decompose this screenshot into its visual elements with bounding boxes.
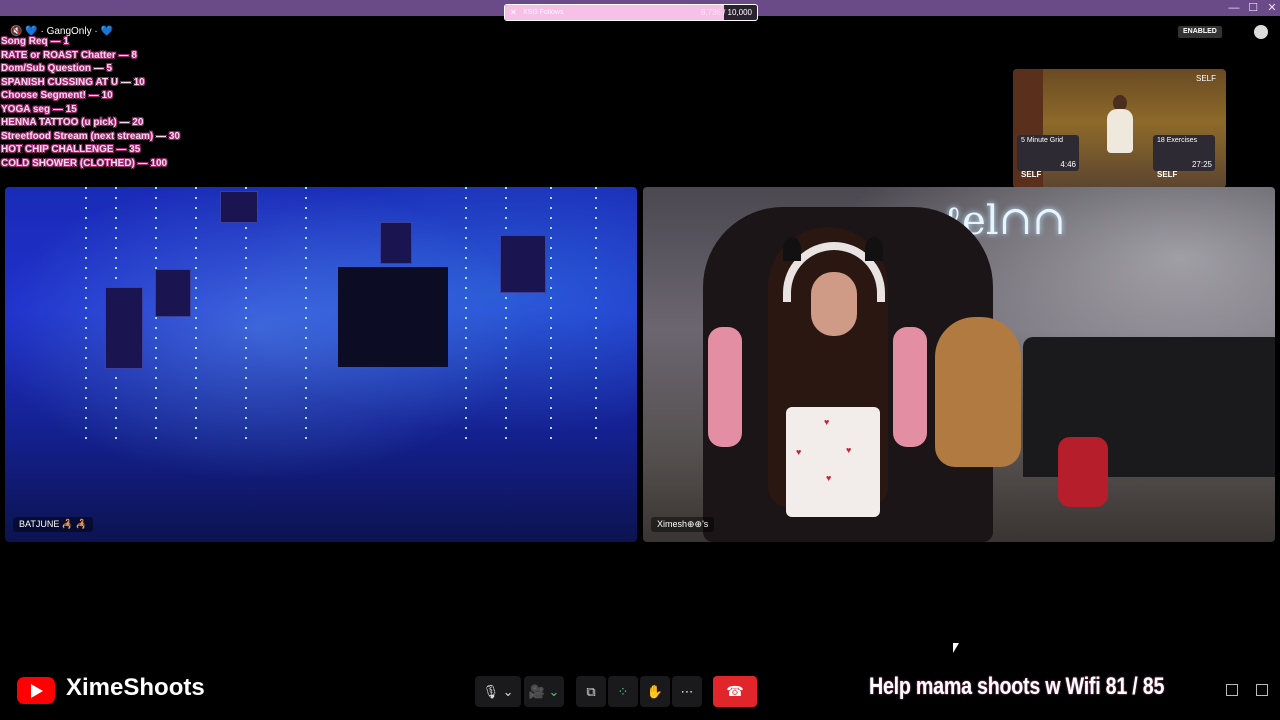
leave-call-button[interactable]: ☎ [713,676,757,707]
menu-item: HENNA TATTOO (u pick) — 20 [1,117,144,128]
fairy-lights [85,187,87,447]
menu-item: Dom/Sub Question — 5 [1,63,113,74]
wall-poster [105,287,143,369]
shelf [338,267,448,367]
screen-share-icon: ⧉ [586,684,596,699]
plush-toy [935,317,1021,467]
menu-item: SPANISH CUSSING AT U — 10 [1,76,145,88]
wall-poster [155,269,191,317]
menu-item: COLD SHOWER (CLOTHED) — 100 [1,157,168,169]
fullscreen-icon[interactable] [1256,684,1268,696]
chair-accent [893,327,927,447]
follow-goal-count: 8,736 / 10,000 [700,8,752,17]
fairy-lights [465,187,467,447]
wall-poster [220,191,258,223]
wifi-goal: Help mama shoots w Wifi 81 / 85 [869,673,1165,700]
pip-thumb-self: SELF [1021,170,1042,179]
cat-ear [783,237,801,261]
minimize-button[interactable]: — [1224,0,1244,16]
wall-poster [500,235,546,293]
menu-item: Streetfood Stream (next stream) — 30 [1,130,180,142]
mic-icon: 🎙 [482,684,499,699]
youtube-icon [17,677,55,704]
pip-video[interactable]: SELF 5 Minute Grid 4:46 SELF 18 Exercise… [1013,69,1226,188]
reactions-button[interactable]: ✋ [640,676,670,707]
pip-thumb-duration: 27:25 [1191,160,1212,169]
apps-button[interactable]: ⁘ [608,676,638,707]
screen-share-button[interactable]: ⧉ [576,676,606,707]
pip-person [1107,109,1133,153]
video-tile-right[interactable]: ℓel∩∩ ♥ ♥ ♥ ♥ Ximesh⊕⊕'s [643,187,1275,542]
camera-icon: 🎥 [528,684,545,699]
pip-thumb-2[interactable]: 18 Exercises 27:25 SELF [1153,135,1215,179]
enabled-badge: ENABLED [1178,26,1222,38]
fairy-lights [550,187,552,447]
mic-button[interactable]: 🎙 ⌄ [475,676,521,707]
pip-thumb-title: 18 Exercises [1157,137,1198,144]
popout-icon[interactable] [1226,684,1238,696]
apps-icon: ⁘ [617,684,629,699]
menu-item: Song Req — 1 [1,36,69,47]
follow-goal-current: 8,736 [700,8,721,17]
microphone [1058,437,1108,507]
cat-ear [865,237,883,261]
menu-item: Choose Segment! — 10 [1,90,113,101]
chevron-down-icon[interactable]: ⌄ [548,684,559,699]
fairy-lights [195,187,197,447]
follow-goal-target: 10,000 [727,8,752,17]
chevron-down-icon[interactable]: ⌄ [503,684,514,699]
camera-button[interactable]: 🎥 ⌄ [524,676,564,707]
reactions-icon: ✋ [646,684,664,699]
more-icon: ⋯ [680,684,694,699]
fairy-lights [155,187,157,447]
pip-thumb-self: SELF [1157,170,1178,179]
donation-menu: Song Req — 1 RATE or ROAST Chatter — 8 Dom… [1,35,180,170]
mouse-cursor [953,643,959,653]
maximize-button[interactable]: ☐ [1243,0,1263,16]
channel-name: XimeShoots [66,674,205,701]
menu-item: HOT CHIP CHALLENGE — 35 [1,144,141,155]
fairy-lights [595,187,597,447]
fairy-lights [305,187,307,447]
pip-thumb-1[interactable]: 5 Minute Grid 4:46 SELF [1017,135,1079,179]
streamer-top: ♥ ♥ ♥ ♥ [786,407,880,517]
follow-goal-label: XSG Follows [523,9,564,16]
heart-icon: ✕ [510,8,517,17]
wall-poster [380,222,412,264]
pip-thumb-duration: 4:46 [1060,160,1076,169]
pip-self-label: SELF [1195,74,1216,83]
menu-item: YOGA seg — 15 [1,103,77,115]
menu-item: RATE or ROAST Chatter — 8 [1,49,137,61]
participant-name: BATJUNE 🦂 🦂 [13,517,93,532]
fairy-lights [245,187,247,447]
fairy-lights [505,187,507,447]
close-button[interactable]: ✕ [1262,0,1280,16]
chair-accent [708,327,742,447]
chat-icon[interactable] [1254,25,1268,39]
participant-name: Ximesh⊕⊕'s [651,517,715,532]
video-tile-left[interactable]: BATJUNE 🦂 🦂 [5,187,637,542]
more-button[interactable]: ⋯ [672,676,702,707]
pip-thumb-title: 5 Minute Grid [1021,137,1064,144]
follow-goal-bar: ✕ XSG Follows 8,736 / 10,000 [504,4,758,21]
phone-hangup-icon: ☎ [726,683,744,699]
